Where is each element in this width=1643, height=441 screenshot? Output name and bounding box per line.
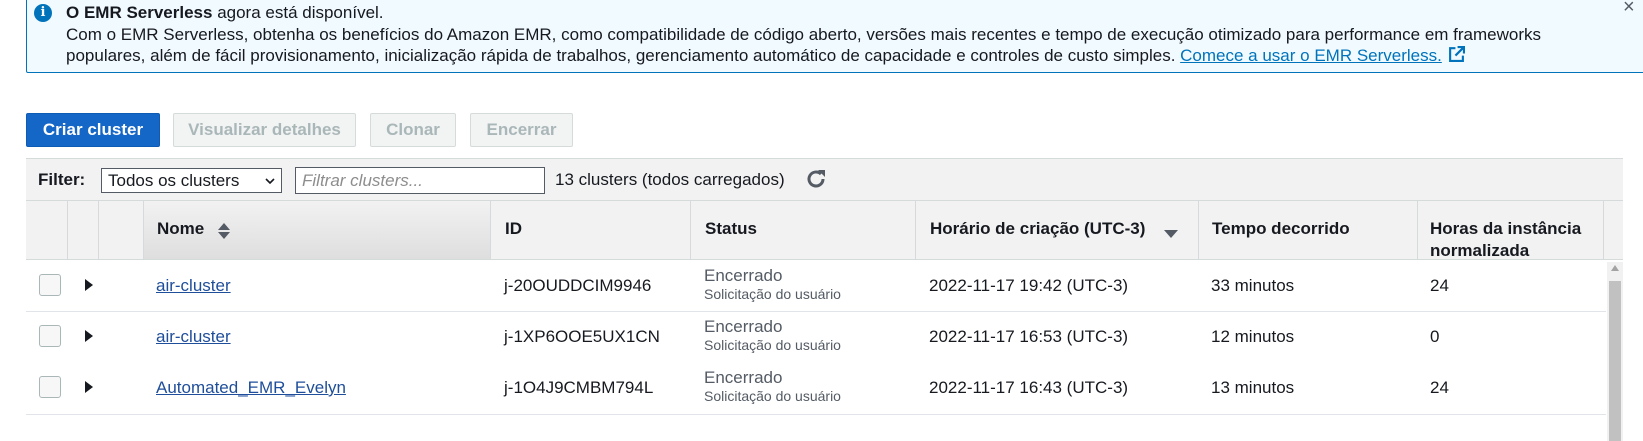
external-link-icon[interactable] <box>1448 46 1465 63</box>
status-text: Encerrado <box>704 368 783 387</box>
column-header-created[interactable]: Horário de criação (UTC-3) <box>930 218 1145 240</box>
status-detail: Solicitação do usuário <box>704 337 841 353</box>
banner-title-bold: O EMR Serverless <box>66 3 213 22</box>
expand-row-icon[interactable] <box>84 380 94 394</box>
column-divider <box>690 200 691 260</box>
column-divider <box>98 200 99 260</box>
view-details-button[interactable]: Visualizar detalhes <box>173 113 356 147</box>
status-detail: Solicitação do usuário <box>704 388 841 404</box>
status-detail: Solicitação do usuário <box>704 286 841 302</box>
creation-time: 2022-11-17 16:53 (UTC-3) <box>929 327 1129 346</box>
banner-title: O EMR Serverless agora está disponível. <box>66 3 384 23</box>
row-checkbox[interactable] <box>39 325 61 347</box>
status-text: Encerrado <box>704 317 783 336</box>
create-cluster-button[interactable]: Criar cluster <box>26 113 160 147</box>
cluster-filter-select-value: Todos os clusters <box>108 171 240 190</box>
column-divider <box>143 200 144 260</box>
cluster-status: Encerrado Solicitação do usuário <box>704 266 841 302</box>
column-divider <box>1603 200 1604 260</box>
cluster-id: j-20OUDDCIM9946 <box>504 276 652 295</box>
cluster-name-link[interactable]: air-cluster <box>156 276 231 296</box>
normalized-hours: 24 <box>1430 276 1449 295</box>
column-header-hours[interactable]: Horas da instância normalizada <box>1430 218 1581 262</box>
expand-row-icon[interactable] <box>84 329 94 343</box>
creation-time: 2022-11-17 16:43 (UTC-3) <box>929 378 1129 397</box>
emr-serverless-link[interactable]: Comece a usar o EMR Serverless. <box>1180 46 1442 65</box>
refresh-icon[interactable] <box>804 167 828 191</box>
scrollbar-thumb[interactable] <box>1609 281 1621 441</box>
sort-icon[interactable] <box>217 222 231 240</box>
banner-title-rest: agora está disponível. <box>212 3 384 22</box>
cluster-name-link[interactable]: Automated_EMR_Evelyn <box>156 378 346 398</box>
column-header-name[interactable]: Nome <box>157 218 204 240</box>
creation-time: 2022-11-17 19:42 (UTC-3) <box>929 276 1129 295</box>
cluster-status: Encerrado Solicitação do usuário <box>704 317 841 353</box>
cluster-id: j-1XP6OOE5UX1CN <box>504 327 660 346</box>
info-icon: i <box>34 4 52 22</box>
column-divider <box>490 200 491 260</box>
cluster-count: 13 clusters (todos carregados) <box>555 170 785 189</box>
chevron-down-icon <box>265 178 275 185</box>
normalized-hours: 0 <box>1430 327 1440 346</box>
hours-header-line2: normalizada <box>1430 241 1530 260</box>
column-divider <box>67 200 68 260</box>
cluster-id: j-1O4J9CMBM794L <box>504 378 654 397</box>
expand-row-icon[interactable] <box>84 278 94 292</box>
filter-clusters-input[interactable]: Filtrar clusters... <box>295 167 545 194</box>
banner-body: Com o EMR Serverless, obtenha os benefíc… <box>66 24 1586 66</box>
sort-descending-icon[interactable] <box>1164 230 1178 238</box>
elapsed-time: 12 minutos <box>1211 327 1295 346</box>
hours-header-line1: Horas da instância <box>1430 219 1582 238</box>
elapsed-time: 33 minutos <box>1211 276 1295 295</box>
column-header-id[interactable]: ID <box>505 218 522 240</box>
close-icon[interactable]: × <box>1623 0 1635 19</box>
terminate-button[interactable]: Encerrar <box>470 113 573 147</box>
status-text: Encerrado <box>704 266 783 285</box>
row-checkbox[interactable] <box>39 376 61 398</box>
clone-button[interactable]: Clonar <box>370 113 456 147</box>
cluster-status: Encerrado Solicitação do usuário <box>704 368 841 404</box>
cluster-name-link[interactable]: air-cluster <box>156 327 231 347</box>
column-divider <box>1417 200 1418 260</box>
cluster-filter-select[interactable]: Todos os clusters <box>101 168 282 193</box>
column-header-elapsed[interactable]: Tempo decorrido <box>1212 218 1350 240</box>
scroll-up-icon[interactable] <box>1611 265 1619 271</box>
elapsed-time: 13 minutos <box>1211 378 1295 397</box>
column-divider <box>915 200 916 260</box>
column-header-status[interactable]: Status <box>705 218 757 240</box>
filter-label: Filter: <box>38 170 86 189</box>
column-divider <box>1198 200 1199 260</box>
row-checkbox[interactable] <box>39 274 61 296</box>
normalized-hours: 24 <box>1430 378 1449 397</box>
